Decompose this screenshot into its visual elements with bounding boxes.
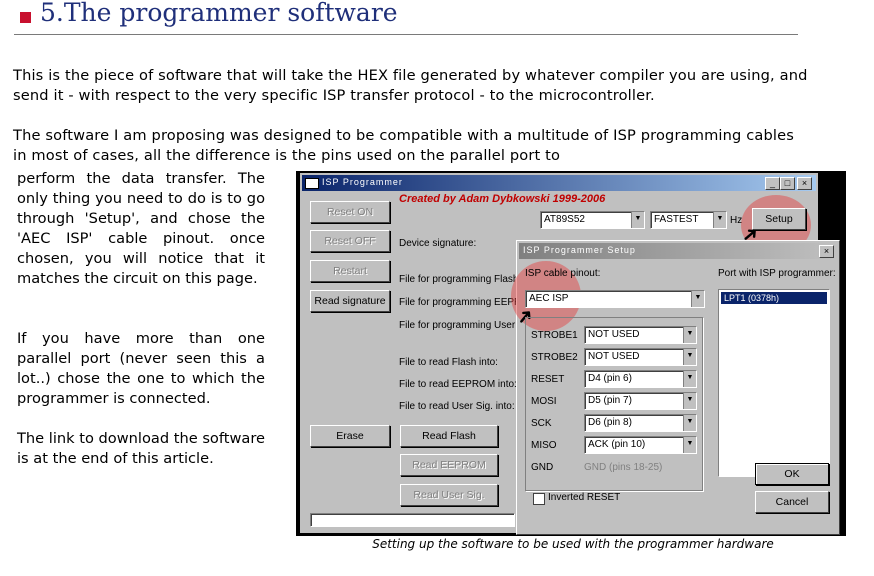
credit-text: Created by Adam Dybkowski 1999-2006: [399, 193, 606, 205]
section-heading: 5.The programmer software: [14, 0, 798, 35]
window-titlebar: ISP Programmer _ □ ×: [302, 175, 816, 191]
speed-value: FASTEST: [654, 214, 699, 225]
pin-select[interactable]: NOT USED ▼: [584, 348, 697, 366]
chevron-down-icon: ▼: [683, 393, 696, 409]
pin-select[interactable]: D6 (pin 8) ▼: [584, 414, 697, 432]
dialog-title: ISP Programmer Setup: [523, 245, 636, 255]
maximize-icon[interactable]: □: [780, 177, 795, 190]
reset-on-button[interactable]: Reset ON: [310, 201, 390, 223]
device-value: AT89S52: [544, 214, 585, 225]
port-list[interactable]: LPT1 (0378h): [718, 289, 830, 477]
device-signature-label: Device signature:: [399, 238, 477, 249]
pin-label: RESET: [531, 374, 565, 385]
paragraph-line: send it - with respect to the very speci…: [13, 87, 655, 104]
cancel-button[interactable]: Cancel: [755, 491, 829, 513]
paragraph-line: in most of cases, all the difference is …: [13, 147, 561, 164]
inverted-reset-label: Inverted RESET: [548, 492, 621, 503]
chevron-down-icon: ▼: [683, 327, 696, 343]
pin-select[interactable]: D4 (pin 6) ▼: [584, 370, 697, 388]
read-eeprom-button[interactable]: Read EEPROM: [400, 454, 498, 476]
setup-button[interactable]: Setup: [752, 208, 806, 230]
close-icon[interactable]: ×: [797, 177, 812, 190]
paragraph-line: The software I am proposing was designed…: [13, 127, 795, 144]
reset-off-button[interactable]: Reset OFF: [310, 230, 390, 252]
chevron-down-icon: ▼: [683, 349, 696, 365]
setup-dialog: ISP Programmer Setup × ISP cable pinout:…: [511, 240, 840, 535]
image-caption: Setting up the software to be used with …: [372, 537, 774, 551]
pin-value: D6 (pin 8): [588, 417, 632, 428]
bullet-icon: [20, 12, 31, 23]
app-icon: [305, 178, 319, 189]
chevron-down-icon: ▼: [683, 371, 696, 387]
pin-value: NOT USED: [588, 351, 640, 362]
chevron-down-icon: ▼: [713, 212, 726, 228]
pin-select[interactable]: NOT USED ▼: [584, 326, 697, 344]
side-paragraph: The link to download the software is at …: [17, 430, 265, 467]
pin-select[interactable]: D5 (pin 7) ▼: [584, 392, 697, 410]
file-label: File to read Flash into:: [399, 357, 498, 368]
pin-label: MISO: [531, 440, 557, 451]
pin-value: D4 (pin 6): [588, 373, 632, 384]
minimize-icon[interactable]: _: [765, 177, 780, 190]
status-bar: [310, 513, 515, 527]
file-label: File for programming Flash: [399, 274, 519, 285]
dialog-titlebar: ISP Programmer Setup ×: [519, 243, 837, 259]
chevron-down-icon: ▼: [683, 415, 696, 431]
window-title: ISP Programmer: [322, 177, 403, 187]
restart-button[interactable]: Restart: [310, 260, 390, 282]
read-user-sig-button[interactable]: Read User Sig.: [400, 484, 498, 506]
ok-button[interactable]: OK: [755, 463, 829, 485]
pin-value: NOT USED: [588, 329, 640, 340]
file-label: File for programming User: [399, 320, 516, 331]
paragraph-line: This is the piece of software that will …: [13, 67, 808, 84]
heading-text: 5.The programmer software: [40, 0, 398, 27]
cable-pinout-label: ISP cable pinout:: [525, 268, 601, 279]
gnd-label: GND: [531, 462, 554, 473]
pin-value: D5 (pin 7): [588, 395, 632, 406]
read-signature-button[interactable]: Read signature: [310, 290, 390, 312]
cable-pinout-select[interactable]: AEC ISP ▼: [525, 290, 705, 308]
pin-value: ACK (pin 10): [588, 439, 646, 450]
pin-label: STROBE1: [531, 330, 578, 341]
cable-pinout-value: AEC ISP: [529, 293, 569, 304]
chevron-down-icon: ▼: [683, 437, 696, 453]
port-label: Port with ISP programmer:: [718, 268, 836, 279]
file-label: File to read User Sig. into:: [399, 401, 515, 412]
chevron-down-icon: ▼: [691, 291, 704, 307]
read-flash-button[interactable]: Read Flash: [400, 425, 498, 447]
file-label: File for programming EEPR: [399, 297, 522, 308]
inverted-reset-checkbox[interactable]: [533, 493, 545, 505]
pin-label: SCK: [531, 418, 552, 429]
gnd-value: GND (pins 18-25): [584, 462, 663, 473]
erase-button[interactable]: Erase: [310, 425, 390, 447]
side-paragraph: perform the data transfer. The only thin…: [17, 170, 265, 287]
close-icon[interactable]: ×: [819, 245, 834, 258]
side-paragraph: If you have more than one parallel port …: [17, 330, 265, 407]
speed-select[interactable]: FASTEST ▼: [650, 211, 727, 229]
chevron-down-icon: ▼: [631, 212, 644, 228]
device-select[interactable]: AT89S52 ▼: [540, 211, 645, 229]
port-item[interactable]: LPT1 (0378h): [721, 292, 827, 304]
file-label: File to read EEPROM into:: [399, 379, 517, 390]
pin-label: MOSI: [531, 396, 557, 407]
pin-label: STROBE2: [531, 352, 578, 363]
pin-select[interactable]: ACK (pin 10) ▼: [584, 436, 697, 454]
